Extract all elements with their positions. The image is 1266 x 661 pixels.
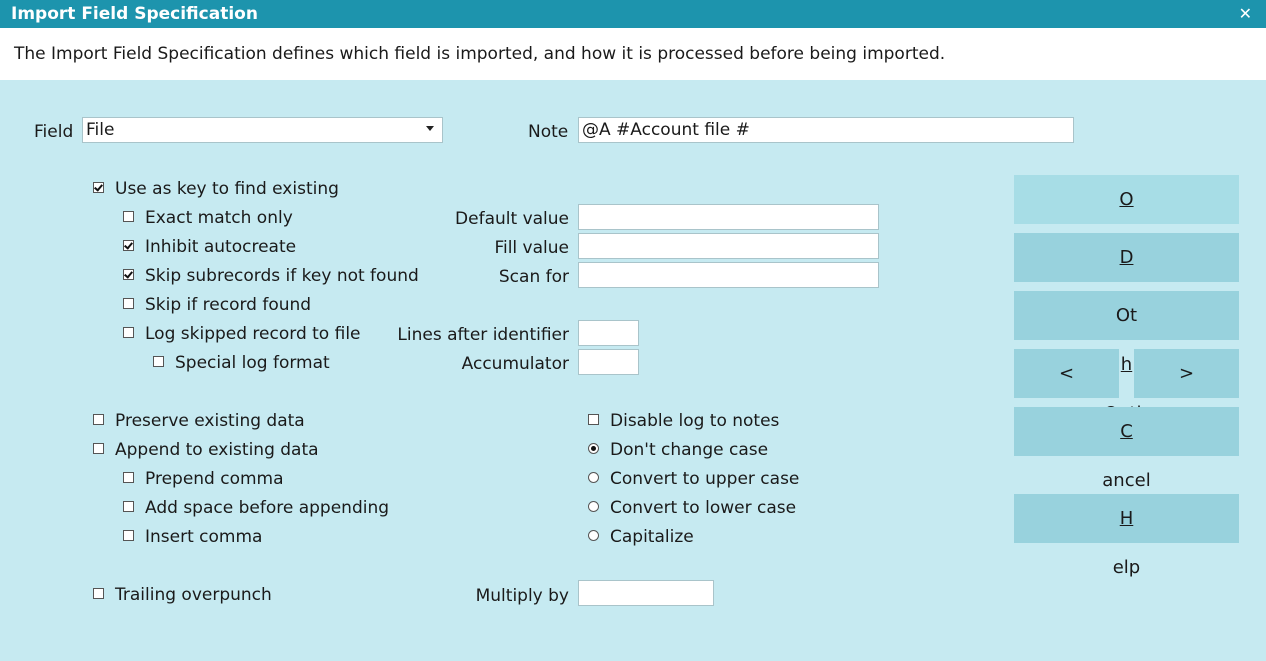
fill-value-label: Fill value bbox=[494, 238, 569, 258]
trailing-overpunch-label: Trailing overpunch bbox=[115, 585, 272, 605]
scan-for-label: Scan for bbox=[498, 267, 569, 287]
help-button[interactable]: Help bbox=[1014, 494, 1239, 578]
prepend-comma-label: Prepend comma bbox=[145, 469, 284, 489]
window-title: Import Field Specification bbox=[11, 4, 258, 24]
title-bar: Import Field Specification ✕ bbox=[0, 0, 1266, 28]
dont-change-case-label: Don't change case bbox=[610, 440, 769, 460]
skip-subrecords-checkbox[interactable] bbox=[123, 269, 134, 280]
insert-comma-checkbox[interactable] bbox=[123, 530, 134, 541]
disable-log-notes-label: Disable log to notes bbox=[610, 411, 780, 431]
field-label: Field bbox=[34, 122, 74, 142]
append-checkbox[interactable] bbox=[93, 443, 104, 454]
log-skipped-checkbox[interactable] bbox=[123, 327, 134, 338]
note-input[interactable]: @A #Account file # bbox=[578, 117, 1074, 143]
inhibit-autocreate-label: Inhibit autocreate bbox=[145, 237, 297, 257]
special-log-label: Special log format bbox=[175, 353, 330, 373]
date-options-button[interactable]: Date Options bbox=[1014, 233, 1239, 317]
upper-case-label: Convert to upper case bbox=[610, 469, 800, 489]
chevron-down-icon bbox=[426, 126, 434, 131]
note-label: Note bbox=[528, 122, 569, 142]
fill-value-input[interactable] bbox=[578, 233, 879, 259]
exact-match-checkbox[interactable] bbox=[123, 211, 134, 222]
prepend-comma-checkbox[interactable] bbox=[123, 472, 134, 483]
lower-case-label: Convert to lower case bbox=[610, 498, 797, 518]
special-log-checkbox[interactable] bbox=[153, 356, 164, 367]
accumulator-label: Accumulator bbox=[461, 354, 569, 374]
cancel-button[interactable]: Cancel bbox=[1014, 407, 1239, 491]
skip-subrecords-label: Skip subrecords if key not found bbox=[145, 266, 419, 286]
cancel-button-label: Cancel bbox=[1102, 421, 1151, 491]
skip-if-found-label: Skip if record found bbox=[145, 295, 312, 315]
use-as-key-checkbox[interactable] bbox=[93, 182, 104, 193]
exact-match-label: Exact match only bbox=[145, 208, 293, 228]
disable-log-notes-checkbox[interactable] bbox=[588, 414, 599, 425]
default-value-label: Default value bbox=[455, 209, 569, 229]
next-button[interactable]: >> bbox=[1134, 349, 1239, 433]
use-as-key-label: Use as key to find existing bbox=[115, 179, 339, 199]
default-value-input[interactable] bbox=[578, 204, 879, 230]
description-panel: The Import Field Specification defines w… bbox=[0, 28, 1266, 80]
ok-button[interactable]: OK bbox=[1014, 175, 1239, 259]
multiply-input[interactable] bbox=[578, 580, 714, 606]
capitalize-radio[interactable] bbox=[588, 530, 599, 541]
trailing-overpunch-checkbox[interactable] bbox=[93, 588, 104, 599]
capitalize-label: Capitalize bbox=[610, 527, 694, 547]
field-select[interactable]: File bbox=[82, 117, 443, 143]
insert-comma-label: Insert comma bbox=[145, 527, 263, 547]
other-options-button[interactable]: Other Options bbox=[1014, 291, 1239, 424]
note-input-value: @A #Account file # bbox=[582, 120, 750, 140]
preserve-label: Preserve existing data bbox=[115, 411, 305, 431]
dont-change-case-radio[interactable] bbox=[588, 443, 599, 454]
upper-case-radio[interactable] bbox=[588, 472, 599, 483]
lines-after-input[interactable] bbox=[578, 320, 639, 346]
close-icon[interactable]: ✕ bbox=[1239, 4, 1252, 23]
add-space-checkbox[interactable] bbox=[123, 501, 134, 512]
scan-for-input[interactable] bbox=[578, 262, 879, 288]
previous-button[interactable]: << bbox=[1014, 349, 1119, 433]
append-label: Append to existing data bbox=[115, 440, 319, 460]
description-text: The Import Field Specification defines w… bbox=[14, 44, 946, 64]
lines-after-label: Lines after identifier bbox=[397, 325, 569, 345]
log-skipped-label: Log skipped record to file bbox=[145, 324, 361, 344]
inhibit-autocreate-checkbox[interactable] bbox=[123, 240, 134, 251]
lower-case-radio[interactable] bbox=[588, 501, 599, 512]
skip-if-found-checkbox[interactable] bbox=[123, 298, 134, 309]
help-button-label: Help bbox=[1112, 508, 1141, 578]
field-select-value: File bbox=[86, 120, 115, 140]
accumulator-input[interactable] bbox=[578, 349, 639, 375]
preserve-checkbox[interactable] bbox=[93, 414, 104, 425]
add-space-label: Add space before appending bbox=[145, 498, 390, 518]
multiply-label: Multiply by bbox=[475, 586, 569, 606]
